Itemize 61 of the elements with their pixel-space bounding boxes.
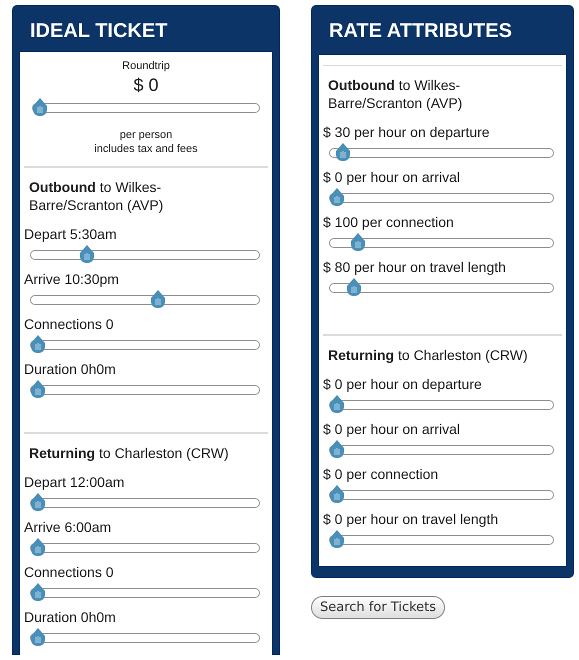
slider[interactable] xyxy=(30,583,260,601)
slider-label: $ 0 per hour on arrival xyxy=(323,421,461,438)
slider-thumb[interactable] xyxy=(329,530,345,548)
slider[interactable] xyxy=(30,290,260,308)
slider[interactable] xyxy=(30,493,260,511)
slider-label: $ 0 per connection xyxy=(323,466,440,483)
slider-thumb[interactable] xyxy=(346,278,362,296)
slider-label: $ 0 per hour on travel length xyxy=(323,511,500,528)
slider-thumb[interactable] xyxy=(329,440,345,458)
slider[interactable] xyxy=(30,380,260,398)
slider[interactable] xyxy=(30,628,260,646)
slider-thumb[interactable] xyxy=(30,538,46,556)
slider[interactable] xyxy=(329,530,554,548)
price-label: Roundtrip xyxy=(121,60,171,72)
section-heading: Outbound to Wilkes-Barre/Scranton (AVP) xyxy=(327,76,464,112)
price-note: includes tax and fees xyxy=(93,142,199,156)
panel-title: RATE ATTRIBUTES xyxy=(328,19,513,44)
slider-label: $ 80 per hour on travel length xyxy=(323,259,507,276)
slider-thumb[interactable] xyxy=(30,335,46,353)
slider[interactable] xyxy=(329,143,554,161)
slider-label: Arrive 10:30pm xyxy=(24,271,120,288)
slider-label: Connections 0 xyxy=(24,564,115,581)
slider-thumb[interactable] xyxy=(350,233,366,251)
panel-title: IDEAL TICKET xyxy=(29,19,168,44)
slider-label: $ 0 per hour on departure xyxy=(323,376,483,393)
slider-label: Depart 12:00am xyxy=(24,474,126,491)
slider-thumb[interactable] xyxy=(329,188,345,206)
price-slider[interactable] xyxy=(32,98,260,116)
slider-thumb[interactable] xyxy=(79,245,96,263)
slider-label: Duration 0h0m xyxy=(24,361,117,378)
slider-thumb[interactable] xyxy=(30,583,46,601)
slider-thumb[interactable] xyxy=(150,290,166,308)
slider-label: $ 100 per connection xyxy=(323,214,455,231)
slider[interactable] xyxy=(30,245,260,263)
price-value: $ 0 xyxy=(132,74,160,96)
slider[interactable] xyxy=(329,440,554,458)
slider[interactable] xyxy=(30,538,260,556)
slider-thumb[interactable] xyxy=(30,493,46,511)
slider-label: Duration 0h0m xyxy=(24,609,117,626)
slider-thumb[interactable] xyxy=(30,628,46,646)
slider-thumb[interactable] xyxy=(329,395,345,413)
slider-thumb[interactable] xyxy=(32,98,48,116)
slider[interactable] xyxy=(329,485,554,503)
slider[interactable] xyxy=(329,188,554,206)
slider[interactable] xyxy=(329,278,554,296)
search-button[interactable]: Search for Tickets xyxy=(311,596,446,619)
slider[interactable] xyxy=(30,335,260,353)
section-heading: Outbound to Wilkes-Barre/Scranton (AVP) xyxy=(28,178,164,214)
slider-label: Depart 5:30am xyxy=(24,226,118,243)
section-heading: Returning to Charleston (CRW) xyxy=(28,444,230,462)
price-note: per person xyxy=(118,128,174,142)
slider-label: Arrive 6:00am xyxy=(24,519,112,536)
slider[interactable] xyxy=(329,395,554,413)
slider-label: $ 0 per hour on arrival xyxy=(323,169,461,186)
slider[interactable] xyxy=(329,233,554,251)
slider-thumb[interactable] xyxy=(30,380,46,398)
slider-thumb[interactable] xyxy=(329,485,345,503)
slider-label: $ 30 per hour on departure xyxy=(323,124,491,141)
slider-label: Connections 0 xyxy=(24,316,115,333)
slider-thumb[interactable] xyxy=(335,143,352,161)
section-heading: Returning to Charleston (CRW) xyxy=(327,346,529,364)
